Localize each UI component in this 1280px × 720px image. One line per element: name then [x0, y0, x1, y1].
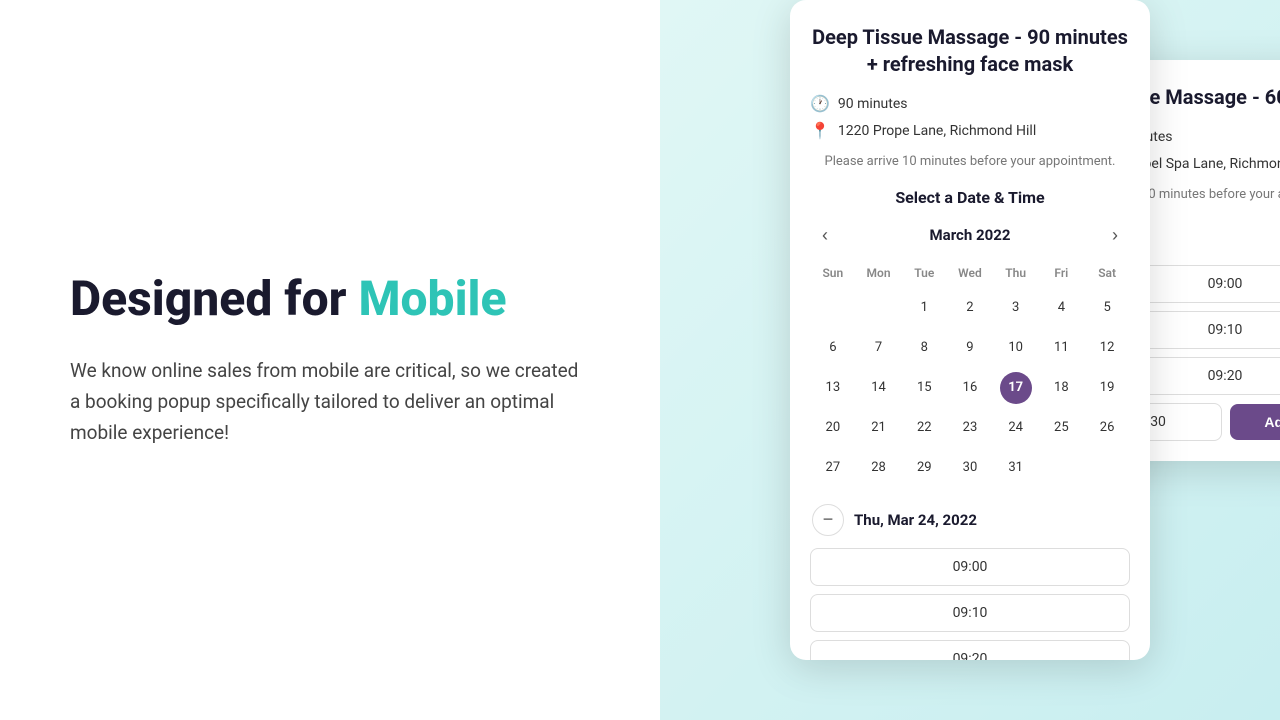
location-icon: 📍: [810, 121, 830, 140]
day-cell-31[interactable]: 31: [993, 448, 1039, 488]
day-cell-18[interactable]: 18: [1039, 368, 1085, 408]
day-cell-7[interactable]: 7: [856, 328, 902, 368]
heading-highlight: Mobile: [358, 270, 506, 327]
weekday-thu: Thu: [993, 262, 1039, 288]
clock-icon: 🕐: [810, 94, 830, 113]
day-cell-22[interactable]: 22: [901, 408, 947, 448]
date-decrement-button[interactable]: −: [812, 504, 844, 536]
day-cell-29[interactable]: 29: [901, 448, 947, 488]
calendar-table: Sun Mon Tue Wed Thu Fri Sat 1 2: [810, 262, 1130, 488]
main-heading: Designed for Mobile: [70, 271, 590, 326]
weekday-fri: Fri: [1039, 262, 1085, 288]
right-section: Deep Tissue Massage - 90 minutes + refre…: [660, 0, 1280, 720]
day-cell-17[interactable]: 17: [993, 368, 1039, 408]
location-text: 1220 Prope Lane, Richmond Hill: [838, 123, 1036, 139]
day-cell-30[interactable]: 30: [947, 448, 993, 488]
day-cell-13[interactable]: 13: [810, 368, 856, 408]
duration-row: 🕐 90 minutes: [810, 94, 1130, 113]
day-cell-14[interactable]: 14: [856, 368, 902, 408]
day-cell-8[interactable]: 8: [901, 328, 947, 368]
day-cell-12[interactable]: 12: [1084, 328, 1130, 368]
location-row: 📍 1220 Prope Lane, Richmond Hill: [810, 121, 1130, 140]
selected-date-row: − Thu, Mar 24, 2022: [810, 504, 1130, 536]
day-cell-5[interactable]: 5: [1084, 288, 1130, 328]
day-cell-10[interactable]: 10: [993, 328, 1039, 368]
day-cell-3[interactable]: 3: [993, 288, 1039, 328]
duration-text: 90 minutes: [838, 96, 908, 112]
select-label: Select a Date & Time: [810, 188, 1130, 207]
calendar-month: March 2022: [930, 226, 1011, 244]
day-cell-1[interactable]: 1: [901, 288, 947, 328]
time-slot-0900[interactable]: 09:00: [810, 548, 1130, 586]
card-note: Please arrive 10 minutes before your app…: [810, 152, 1130, 172]
calendar-header: ‹ March 2022 ›: [810, 221, 1130, 250]
day-cell-11[interactable]: 11: [1039, 328, 1085, 368]
calendar: ‹ March 2022 › Sun Mon Tue Wed Thu Fri S…: [810, 221, 1130, 488]
card-title: Deep Tissue Massage - 90 minutes + refre…: [810, 24, 1130, 78]
day-empty: [1084, 448, 1130, 488]
day-cell-4[interactable]: 4: [1039, 288, 1085, 328]
week-row-2: 6 7 8 9 10 11 12: [810, 328, 1130, 368]
left-section: Designed for Mobile We know online sales…: [0, 0, 660, 720]
week-row-3: 13 14 15 16 17 18 19: [810, 368, 1130, 408]
week-row-1: 1 2 3 4 5: [810, 288, 1130, 328]
day-cell-26[interactable]: 26: [1084, 408, 1130, 448]
body-text: We know online sales from mobile are cri…: [70, 355, 590, 449]
day-cell-24[interactable]: 24: [993, 408, 1039, 448]
day-cell-15[interactable]: 15: [901, 368, 947, 408]
weekday-mon: Mon: [856, 262, 902, 288]
booking-card-primary: Deep Tissue Massage - 90 minutes + refre…: [790, 0, 1150, 660]
day-cell-19[interactable]: 19: [1084, 368, 1130, 408]
heading-plain: Designed for: [70, 270, 358, 327]
week-row-4: 20 21 22 23 24 25 26: [810, 408, 1130, 448]
day-cell-21[interactable]: 21: [856, 408, 902, 448]
day-cell-27[interactable]: 27: [810, 448, 856, 488]
day-empty: [1039, 448, 1085, 488]
prev-month-button[interactable]: ‹: [814, 221, 836, 250]
weekday-sun: Sun: [810, 262, 856, 288]
week-row-5: 27 28 29 30 31: [810, 448, 1130, 488]
day-empty: [856, 288, 902, 328]
day-empty: [810, 288, 856, 328]
card2-add-to-cart-button[interactable]: Add to Cart: [1230, 404, 1280, 440]
time-slot-0910[interactable]: 09:10: [810, 594, 1130, 632]
day-cell-2[interactable]: 2: [947, 288, 993, 328]
weekday-header-row: Sun Mon Tue Wed Thu Fri Sat: [810, 262, 1130, 288]
day-cell-16[interactable]: 16: [947, 368, 993, 408]
weekday-wed: Wed: [947, 262, 993, 288]
time-slots-list: 09:00 09:10 09:20 09:30 Add to Cart 09:4…: [810, 548, 1130, 661]
weekday-tue: Tue: [901, 262, 947, 288]
card-meta: 🕐 90 minutes 📍 1220 Prope Lane, Richmond…: [810, 94, 1130, 140]
day-cell-25[interactable]: 25: [1039, 408, 1085, 448]
next-month-button[interactable]: ›: [1104, 221, 1126, 250]
weekday-sat: Sat: [1084, 262, 1130, 288]
day-cell-9[interactable]: 9: [947, 328, 993, 368]
day-cell-28[interactable]: 28: [856, 448, 902, 488]
selected-date-label: Thu, Mar 24, 2022: [854, 511, 1128, 529]
day-cell-20[interactable]: 20: [810, 408, 856, 448]
day-cell-6[interactable]: 6: [810, 328, 856, 368]
day-cell-23[interactable]: 23: [947, 408, 993, 448]
time-slot-0920[interactable]: 09:20: [810, 640, 1130, 661]
